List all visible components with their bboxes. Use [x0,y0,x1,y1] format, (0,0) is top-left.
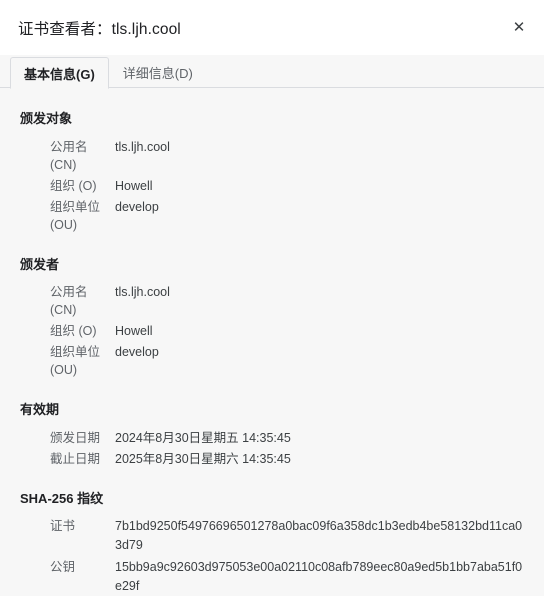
close-icon[interactable]: ✕ [504,13,534,43]
row-value: develop [115,199,159,214]
row-label: 公钥 [50,560,76,575]
table-row: 公用名 (CN) tls.ljh.cool [14,283,530,319]
row-value: tls.ljh.cool [115,285,170,300]
row-label: 证书 [50,519,76,534]
section-title-fingerprints: SHA-256 指纹 [20,490,104,506]
table-row: 颁发日期 2024年8月30日星期五 14:35:45 [14,429,530,447]
table-row: 组织单位 (OU) develop [14,343,530,379]
issued-to-rows: 公用名 (CN) tls.ljh.cool 组织 (O) Howell 组织单位… [14,138,530,234]
section-issuer: 颁发者 公用名 (CN) tls.ljh.cool 组织 (O) Howell … [14,256,530,380]
row-label: 组织单位 (OU) [50,199,101,232]
table-row: 截止日期 2025年8月30日星期六 14:35:45 [14,450,530,468]
table-row: 组织 (O) Howell [14,322,530,340]
row-value: Howell [115,324,153,339]
row-label: 公用名 (CN) [50,285,88,318]
row-label: 组织 (O) [50,178,97,193]
table-row: 证书 7b1bd9250f54976696501278a0bac09f6a358… [14,517,530,555]
tabstrip: 基本信息(G) 详细信息(D) [0,55,544,89]
row-value: 2024年8月30日星期五 14:35:45 [115,430,291,445]
table-row: 组织 (O) Howell [14,177,530,195]
issuer-rows: 公用名 (CN) tls.ljh.cool 组织 (O) Howell 组织单位… [14,283,530,379]
row-value: 15bb9a9c92603d975053e00a02110c08afb789ee… [115,560,523,594]
table-row: 组织单位 (OU) develop [14,198,530,234]
section-title-issuer: 颁发者 [20,256,60,272]
table-row: 公钥 15bb9a9c92603d975053e00a02110c08afb78… [14,558,530,596]
row-label: 公用名 (CN) [50,139,88,172]
row-label: 组织 (O) [50,324,97,339]
row-label: 截止日期 [50,451,101,466]
section-validity: 有效期 颁发日期 2024年8月30日星期五 14:35:45 截止日期 202… [14,401,530,468]
section-title-issued-to: 颁发对象 [20,111,73,126]
row-value: develop [115,345,159,360]
tab-basic-info[interactable]: 基本信息(G) [10,57,109,89]
row-value: 7b1bd9250f54976696501278a0bac09f6a358dc1… [115,519,523,553]
validity-rows: 颁发日期 2024年8月30日星期五 14:35:45 截止日期 2025年8月… [14,429,530,468]
row-value: 2025年8月30日星期六 14:35:45 [115,451,291,466]
row-label: 颁发日期 [50,430,101,445]
row-value: Howell [115,178,153,193]
dialog-titlebar: 证书查看者：tls.ljh.cool ✕ [0,0,544,55]
row-label: 组织单位 (OU) [50,345,101,378]
certificate-viewer-dialog: 证书查看者：tls.ljh.cool ✕ 基本信息(G) 详细信息(D) 颁发对… [0,0,544,596]
fingerprint-rows: 证书 7b1bd9250f54976696501278a0bac09f6a358… [14,517,530,596]
section-fingerprints: SHA-256 指纹 证书 7b1bd9250f54976696501278a0… [14,490,530,596]
table-row: 公用名 (CN) tls.ljh.cool [14,138,530,174]
section-issued-to: 颁发对象 公用名 (CN) tls.ljh.cool 组织 (O) Howell… [14,110,530,234]
dialog-title: 证书查看者：tls.ljh.cool [18,20,181,38]
tab-details[interactable]: 详细信息(D) [109,56,207,88]
section-title-validity: 有效期 [20,402,60,418]
row-value: tls.ljh.cool [115,139,170,154]
certificate-content: 颁发对象 公用名 (CN) tls.ljh.cool 组织 (O) Howell… [0,88,544,596]
